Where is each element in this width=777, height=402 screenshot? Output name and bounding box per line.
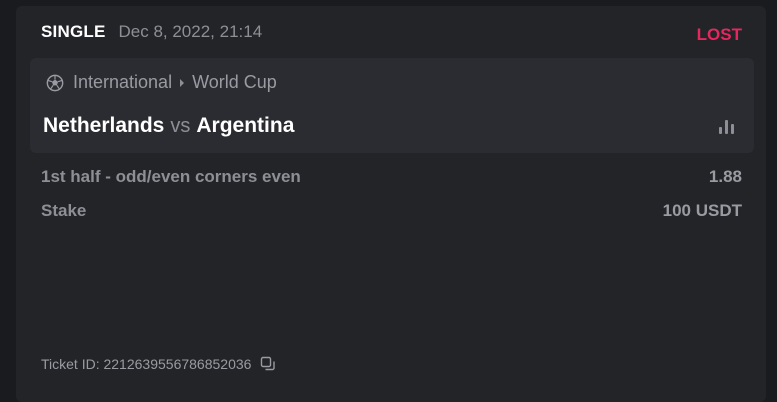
status-badge: LOST: [696, 25, 742, 44]
market-label: 1st half - odd/even corners even: [41, 167, 301, 186]
home-team: Netherlands: [43, 114, 165, 137]
stake-row: Stake 100 USDT: [41, 201, 742, 221]
away-team: Argentina: [196, 114, 295, 137]
stake-label: Stake: [41, 201, 87, 220]
bet-card: SINGLE Dec 8, 2022, 21:14 LOST Internati…: [16, 6, 766, 402]
ticket-id-label: Ticket ID: 2212639556786852036: [41, 356, 252, 372]
soccer-ball-icon: [46, 74, 64, 91]
bet-header: SINGLE Dec 8, 2022, 21:14 LOST: [41, 20, 742, 44]
ticket-id: Ticket ID: 2212639556786852036: [41, 356, 276, 372]
bar-chart-icon[interactable]: [719, 118, 737, 134]
stake-value: 100 USDT: [662, 201, 742, 220]
selection-row: 1st half - odd/even corners even 1.88: [41, 167, 742, 187]
match-title[interactable]: Netherlands vs Argentina: [43, 114, 294, 138]
odds-value: 1.88: [708, 167, 742, 186]
breadcrumb-league[interactable]: World Cup: [192, 72, 277, 93]
copy-icon[interactable]: [260, 356, 276, 372]
event-box[interactable]: International World Cup Netherlands vs A…: [30, 58, 754, 153]
breadcrumb: International World Cup: [46, 72, 277, 93]
bet-date: Dec 8, 2022, 21:14: [118, 22, 263, 41]
breadcrumb-category[interactable]: International: [73, 72, 172, 93]
chevron-right-icon: [180, 78, 185, 87]
vs-label: vs: [170, 115, 191, 137]
bet-type: SINGLE: [41, 22, 106, 41]
